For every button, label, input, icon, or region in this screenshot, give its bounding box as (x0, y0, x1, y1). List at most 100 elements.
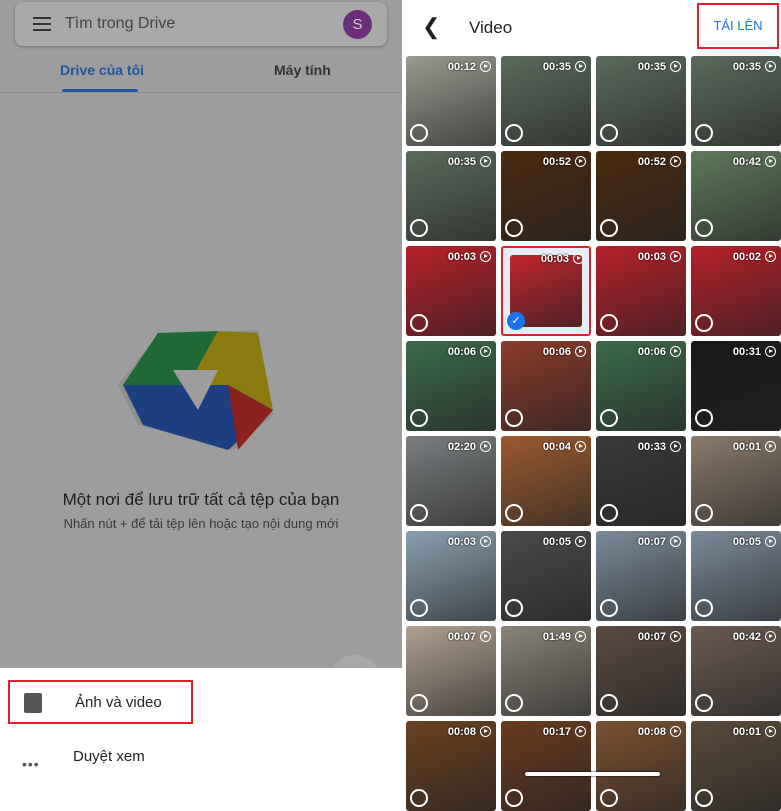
video-duration: 00:08 (637, 726, 666, 738)
tab-my-drive[interactable]: Drive của tôi (60, 62, 144, 78)
select-checkbox[interactable] (410, 314, 428, 332)
play-icon (480, 536, 491, 547)
video-duration: 00:35 (637, 61, 666, 73)
select-checkbox[interactable] (505, 409, 523, 427)
video-thumbnail[interactable]: 00:01 (691, 436, 781, 526)
select-checkbox[interactable] (505, 599, 523, 617)
video-duration: 00:52 (542, 156, 571, 168)
select-checkbox[interactable] (695, 694, 713, 712)
select-checkbox[interactable] (410, 504, 428, 522)
drive-illustration-icon (118, 330, 273, 450)
play-icon (575, 346, 586, 357)
video-thumbnail[interactable]: 00:52 (501, 151, 591, 241)
video-thumbnail[interactable]: 00:01 (691, 721, 781, 811)
search-bar[interactable]: Tìm trong Drive S (15, 2, 387, 46)
menu-icon[interactable] (33, 17, 51, 31)
video-thumbnail[interactable]: 00:31 (691, 341, 781, 431)
video-thumbnail[interactable]: 00:42 (691, 626, 781, 716)
video-thumbnail[interactable]: 00:05 (691, 531, 781, 621)
search-input[interactable]: Tìm trong Drive (65, 15, 175, 33)
select-checkbox[interactable] (600, 789, 618, 807)
select-checkbox[interactable] (505, 789, 523, 807)
empty-state-title: Một nơi để lưu trữ tất cả tệp của bạn (62, 490, 340, 509)
select-checkbox[interactable] (505, 219, 523, 237)
select-checkbox[interactable] (695, 409, 713, 427)
avatar[interactable]: S (343, 10, 372, 39)
select-checkbox[interactable] (600, 219, 618, 237)
video-thumbnail[interactable]: 00:35 (406, 151, 496, 241)
video-picker: ❮ Video TẢI LÊN 00:12 00:35 00:35 00:35 00:3… (402, 0, 781, 811)
play-icon (575, 631, 586, 642)
select-checkbox[interactable]: ✓ (507, 312, 525, 330)
back-chevron-icon[interactable]: ❮ (422, 14, 440, 40)
video-thumbnail[interactable]: 00:35 (596, 56, 686, 146)
select-checkbox[interactable] (505, 124, 523, 142)
video-thumbnail[interactable]: 00:05 (501, 531, 591, 621)
select-checkbox[interactable] (695, 599, 713, 617)
video-thumbnail[interactable]: 00:52 (596, 151, 686, 241)
select-checkbox[interactable] (410, 599, 428, 617)
select-checkbox[interactable] (410, 219, 428, 237)
photo-video-icon (24, 693, 42, 713)
select-checkbox[interactable] (695, 314, 713, 332)
select-checkbox[interactable] (410, 789, 428, 807)
select-checkbox[interactable] (695, 219, 713, 237)
video-thumbnail[interactable]: 00:06 (596, 341, 686, 431)
video-thumbnail[interactable]: 00:08 (596, 721, 686, 811)
video-thumbnail[interactable]: 02:20 (406, 436, 496, 526)
play-icon (765, 631, 776, 642)
select-checkbox[interactable] (505, 694, 523, 712)
select-checkbox[interactable] (600, 124, 618, 142)
select-checkbox[interactable] (410, 694, 428, 712)
video-thumbnail[interactable]: 00:17 (501, 721, 591, 811)
video-duration: 00:06 (447, 346, 476, 358)
video-thumbnail[interactable]: 00:33 (596, 436, 686, 526)
select-checkbox[interactable] (695, 124, 713, 142)
play-icon (480, 346, 491, 357)
photos-videos-option[interactable]: Ảnh và video (8, 680, 193, 724)
play-icon (575, 156, 586, 167)
select-checkbox[interactable] (410, 409, 428, 427)
video-thumbnail[interactable]: 00:07 (596, 626, 686, 716)
select-checkbox[interactable] (505, 504, 523, 522)
video-thumbnail[interactable]: 01:49 (501, 626, 591, 716)
video-thumbnail[interactable]: 00:08 (406, 721, 496, 811)
play-icon (575, 726, 586, 737)
select-checkbox[interactable] (600, 694, 618, 712)
select-checkbox[interactable] (695, 789, 713, 807)
video-thumbnail[interactable]: 00:06 (406, 341, 496, 431)
video-thumbnail[interactable]: 00:02 (691, 246, 781, 336)
video-thumbnail[interactable]: 00:12 (406, 56, 496, 146)
play-icon (670, 61, 681, 72)
video-thumbnail[interactable]: 00:42 (691, 151, 781, 241)
video-duration: 00:31 (732, 346, 761, 358)
select-checkbox[interactable] (600, 504, 618, 522)
video-duration: 00:35 (542, 61, 571, 73)
empty-state-subtitle: Nhấn nút + để tải tệp lên hoặc tạo nội d… (63, 516, 339, 531)
select-checkbox[interactable] (695, 504, 713, 522)
select-checkbox[interactable] (600, 314, 618, 332)
video-thumbnail[interactable]: 00:35 (691, 56, 781, 146)
video-thumbnail[interactable]: 00:03 ✓ (501, 246, 591, 336)
upload-button[interactable]: TẢI LÊN (697, 3, 779, 49)
tab-computers[interactable]: Máy tính (274, 62, 331, 78)
play-icon (765, 536, 776, 547)
video-thumbnail[interactable]: 00:06 (501, 341, 591, 431)
video-thumbnail[interactable]: 00:03 (596, 246, 686, 336)
select-checkbox[interactable] (600, 409, 618, 427)
play-icon (765, 346, 776, 357)
play-icon (670, 441, 681, 452)
select-checkbox[interactable] (600, 599, 618, 617)
browse-option[interactable]: ••• Duyệt xem (8, 736, 193, 780)
video-thumbnail[interactable]: 00:07 (406, 626, 496, 716)
play-icon (765, 251, 776, 262)
video-thumbnail[interactable]: 00:04 (501, 436, 591, 526)
video-thumbnail[interactable]: 00:07 (596, 531, 686, 621)
select-checkbox[interactable] (410, 124, 428, 142)
video-thumbnail[interactable]: 00:03 (406, 246, 496, 336)
option-label: Duyệt xem (73, 748, 145, 765)
video-duration: 00:03 (447, 251, 476, 263)
video-duration: 00:07 (637, 631, 666, 643)
video-thumbnail[interactable]: 00:03 (406, 531, 496, 621)
video-thumbnail[interactable]: 00:35 (501, 56, 591, 146)
